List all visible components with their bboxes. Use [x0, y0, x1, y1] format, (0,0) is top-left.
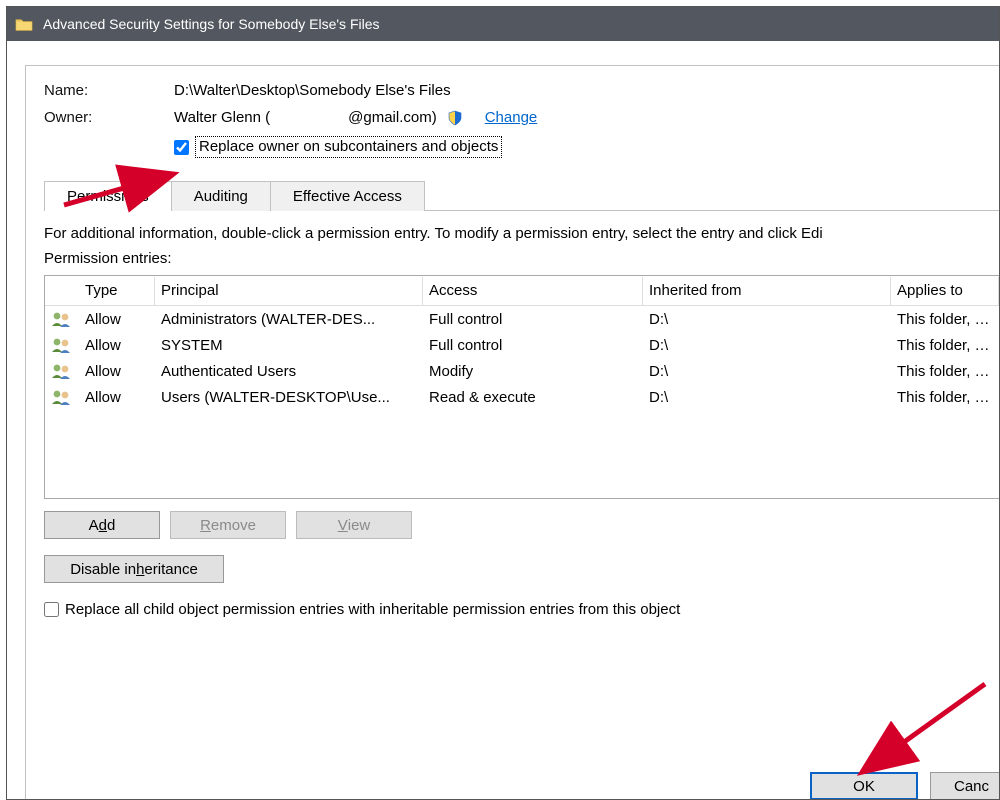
- dialog-window: Advanced Security Settings for Somebody …: [6, 6, 1000, 800]
- owner-label: Owner:: [44, 109, 174, 126]
- ok-button[interactable]: OK: [810, 772, 918, 799]
- table-row[interactable]: AllowAdministrators (WALTER-DES...Full c…: [45, 306, 999, 332]
- cell-access: Modify: [423, 363, 643, 380]
- tab-effective-access[interactable]: Effective Access: [270, 181, 425, 211]
- table-row[interactable]: AllowUsers (WALTER-DESKTOP\Use...Read & …: [45, 384, 999, 410]
- cancel-button[interactable]: Canc: [930, 772, 999, 799]
- group-icon: [45, 362, 79, 380]
- group-icon: [45, 388, 79, 406]
- cell-access: Read & execute: [423, 389, 643, 406]
- tab-strip: Permissions Auditing Effective Access: [44, 180, 999, 211]
- col-access[interactable]: Access: [423, 277, 643, 305]
- titlebar[interactable]: Advanced Security Settings for Somebody …: [7, 7, 999, 41]
- table-header: Type Principal Access Inherited from App…: [45, 276, 999, 306]
- replace-owner-checkbox[interactable]: [174, 140, 189, 155]
- owner-name: Walter Glenn (: [174, 109, 270, 126]
- shield-icon: [447, 110, 463, 126]
- tab-permissions[interactable]: Permissions: [44, 181, 172, 211]
- group-icon: [45, 336, 79, 354]
- cell-access: Full control: [423, 337, 643, 354]
- view-button: View: [296, 511, 412, 539]
- content-frame: Name: D:\Walter\Desktop\Somebody Else's …: [25, 65, 999, 799]
- remove-button: Remove: [170, 511, 286, 539]
- cell-type: Allow: [79, 389, 155, 406]
- cell-type: Allow: [79, 363, 155, 380]
- cell-type: Allow: [79, 311, 155, 328]
- cell-inherited: D:\: [643, 311, 891, 328]
- col-type[interactable]: Type: [79, 277, 155, 305]
- table-row[interactable]: AllowAuthenticated UsersModifyD:\This fo…: [45, 358, 999, 384]
- cell-type: Allow: [79, 337, 155, 354]
- name-value: D:\Walter\Desktop\Somebody Else's Files: [174, 82, 999, 99]
- cell-applies: This folder, subf: [891, 389, 999, 406]
- col-principal[interactable]: Principal: [155, 277, 423, 305]
- col-applies[interactable]: Applies to: [891, 277, 999, 305]
- cell-principal: Administrators (WALTER-DES...: [155, 311, 423, 328]
- cell-principal: SYSTEM: [155, 337, 423, 354]
- add-button[interactable]: Add: [44, 511, 160, 539]
- col-inherited[interactable]: Inherited from: [643, 277, 891, 305]
- cell-inherited: D:\: [643, 337, 891, 354]
- cell-principal: Users (WALTER-DESKTOP\Use...: [155, 389, 423, 406]
- cell-principal: Authenticated Users: [155, 363, 423, 380]
- replace-all-checkbox[interactable]: [44, 602, 59, 617]
- name-label: Name:: [44, 82, 174, 99]
- group-icon: [45, 310, 79, 328]
- replace-all-label[interactable]: Replace all child object permission entr…: [65, 601, 680, 618]
- change-owner-link[interactable]: Change: [485, 109, 538, 126]
- table-row[interactable]: AllowSYSTEMFull controlD:\This folder, s…: [45, 332, 999, 358]
- folder-icon: [15, 16, 33, 32]
- disable-inheritance-button[interactable]: Disable inheritance: [44, 555, 224, 583]
- cell-inherited: D:\: [643, 389, 891, 406]
- cell-access: Full control: [423, 311, 643, 328]
- permission-table[interactable]: Type Principal Access Inherited from App…: [44, 275, 999, 499]
- cell-applies: This folder, subf: [891, 337, 999, 354]
- owner-email: @gmail.com): [348, 109, 437, 126]
- replace-owner-label[interactable]: Replace owner on subcontainers and objec…: [195, 136, 502, 158]
- permission-entries-label: Permission entries:: [44, 250, 999, 267]
- cell-applies: This folder, subf: [891, 363, 999, 380]
- info-text: For additional information, double-click…: [44, 225, 999, 242]
- tab-auditing[interactable]: Auditing: [171, 181, 271, 211]
- cell-applies: This folder, subf: [891, 311, 999, 328]
- cell-inherited: D:\: [643, 363, 891, 380]
- window-title: Advanced Security Settings for Somebody …: [43, 16, 380, 32]
